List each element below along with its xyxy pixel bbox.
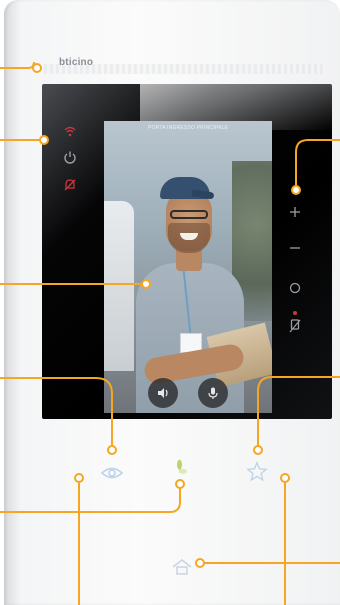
- video-feed: PORTA INGRESSO PRINCIPALE: [104, 121, 272, 413]
- led-icon: [177, 459, 187, 474]
- eye-icon[interactable]: [100, 463, 124, 483]
- van-background: [104, 201, 134, 371]
- speaker-button[interactable]: [148, 378, 178, 408]
- wifi-icon[interactable]: [63, 124, 77, 138]
- courier-glasses: [170, 210, 208, 219]
- minus-icon[interactable]: [288, 241, 302, 255]
- video-caption: PORTA INGRESSO PRINCIPALE: [147, 125, 229, 131]
- brand-logo: bticino: [59, 57, 94, 68]
- microphone-icon: [208, 387, 218, 399]
- mute-bell-icon[interactable]: [63, 178, 77, 192]
- home-button-icon[interactable]: [170, 556, 194, 576]
- circle-icon[interactable]: [288, 281, 302, 295]
- star-icon[interactable]: [245, 461, 269, 481]
- speaker-icon: [158, 388, 168, 398]
- key-lock-icon[interactable]: [288, 308, 302, 338]
- power-icon[interactable]: [63, 150, 77, 164]
- plus-icon[interactable]: [288, 205, 302, 219]
- microphone-button[interactable]: [198, 378, 228, 408]
